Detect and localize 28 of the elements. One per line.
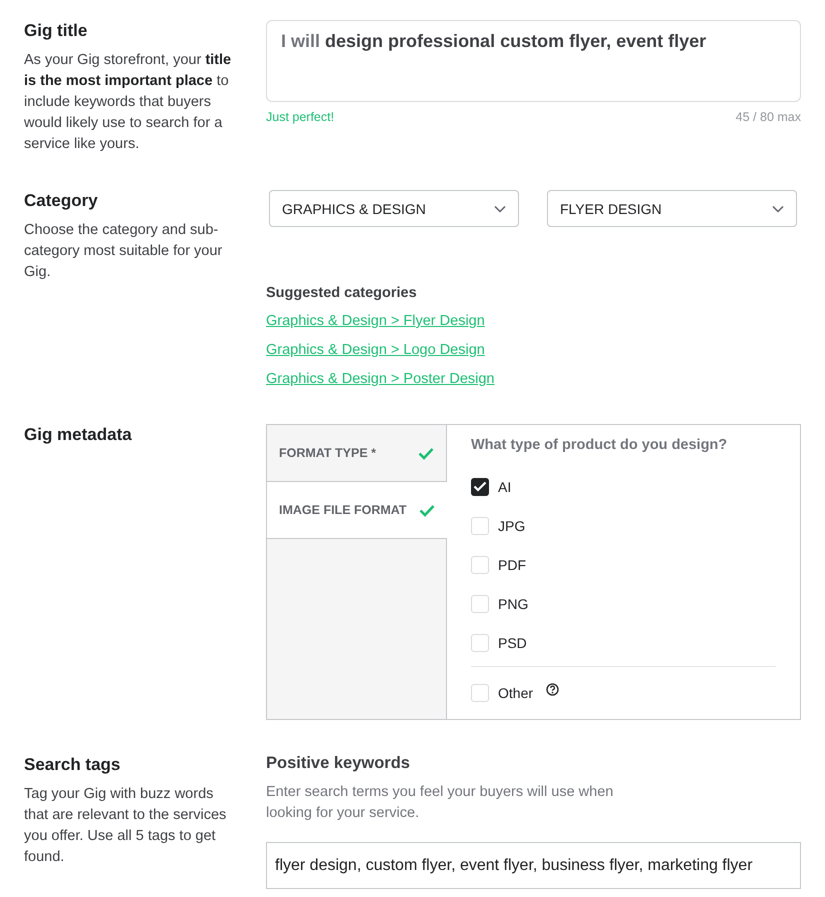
help-icon[interactable] [546, 683, 560, 696]
category-dropdown[interactable]: GRAPHICS & DESIGN [269, 190, 519, 227]
character-counter: 45 / 80 max [736, 110, 801, 124]
checkbox[interactable] [471, 478, 489, 496]
section-description: As your Gig storefront, your title is the most important place to include keywords that buyers would likely use to search for a service like yours. [24, 51, 232, 154]
option-label: AI [498, 478, 512, 494]
tags-input-field[interactable]: flyer design, custom flyer, event flyer, business flyer, marketing flyer [266, 842, 801, 889]
question-label: What type of product do you design? [471, 437, 728, 453]
option-label: PSD [498, 634, 527, 650]
option-label: PDF [498, 556, 526, 572]
option-label: Other [498, 684, 534, 700]
section-description: Choose the category and sub-category most suitable for your Gig. [24, 221, 224, 282]
chevron-down-icon [772, 204, 784, 212]
option-label: PNG [498, 596, 528, 612]
section-description: Tag your Gig with buzz words that are relevant to the services you offer. Use all 5 tags to get found. [24, 785, 228, 867]
chevron-down-icon [494, 204, 506, 212]
section-heading: Search tags [24, 754, 122, 776]
metadata-tab[interactable]: IMAGE FILE FORMAT [267, 482, 447, 539]
validation-message: Just perfect! [266, 110, 334, 124]
category-dropdown[interactable]: FLYER DESIGN [547, 190, 797, 227]
section-heading: Gig metadata [24, 424, 133, 446]
section-heading: Gig title [24, 20, 88, 42]
hint-text: Enter search terms you feel your buyers will use when looking for your service. [266, 783, 614, 823]
option-label: JPG [498, 518, 526, 534]
title-field[interactable]: I will design professional custom flyer, event flyer [266, 20, 801, 102]
section-heading: Category [24, 190, 99, 212]
subsection-heading: Positive keywords [266, 754, 411, 773]
suggested-heading: Suggested categories [266, 285, 418, 301]
